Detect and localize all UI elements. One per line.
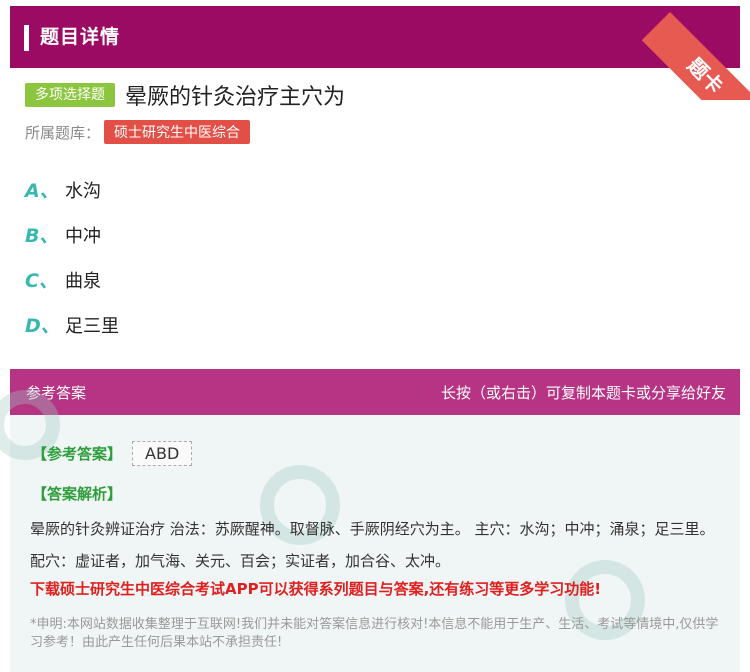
question-type-badge: 多项选择题 bbox=[25, 83, 115, 107]
disclaimer-text: *申明:本网站数据收集整理于互联网!我们并未能对答案信息进行核对!本信息不能用于… bbox=[30, 617, 719, 650]
option-text: 曲泉 bbox=[65, 270, 101, 292]
option-a[interactable]: A、 水沟 bbox=[25, 176, 101, 203]
question-bank: 所属题库： 硕士研究生中医综合 bbox=[25, 120, 251, 144]
analysis-label: 【答案解析】 bbox=[32, 485, 123, 503]
option-c[interactable]: C、 曲泉 bbox=[25, 266, 101, 293]
option-text: 水沟 bbox=[65, 180, 101, 202]
ribbon-label[interactable]: 题卡 bbox=[641, 12, 750, 100]
analysis-text: 晕厥的针灸辨证治疗 治法：苏厥醒神。取督脉、手厥阴经穴为主。 主穴：水沟；中冲；… bbox=[30, 520, 715, 570]
page-header: 题目详情 bbox=[10, 6, 740, 68]
option-letter: A、 bbox=[25, 180, 59, 202]
option-text: 足三里 bbox=[65, 315, 119, 337]
answer-header: 参考答案 长按（或右击）可复制本题卡或分享给好友 bbox=[10, 369, 740, 415]
reference-answer-value[interactable]: ABD bbox=[132, 441, 193, 466]
option-letter: B、 bbox=[25, 225, 59, 247]
option-d[interactable]: D、 足三里 bbox=[25, 311, 119, 338]
question-text: 晕厥的针灸治疗主穴为 bbox=[125, 85, 346, 110]
option-text: 中冲 bbox=[65, 225, 101, 247]
reference-answer-label: 【参考答案】 bbox=[32, 445, 123, 463]
option-b[interactable]: B、 中冲 bbox=[25, 221, 101, 248]
download-app-link[interactable]: 下载硕士研究生中医综合考试APP可以获得系列题目与答案,还有练习等更多学习功能! bbox=[30, 578, 601, 599]
question-line: 多项选择题 晕厥的针灸治疗主穴为 bbox=[25, 80, 345, 110]
bank-name-badge[interactable]: 硕士研究生中医综合 bbox=[104, 120, 251, 144]
option-letter: C、 bbox=[25, 270, 58, 292]
reference-answer: 【参考答案】 ABD bbox=[32, 441, 193, 466]
share-hint[interactable]: 长按（或右击）可复制本题卡或分享给好友 bbox=[441, 382, 726, 403]
card-ribbon[interactable]: 题卡 bbox=[640, 0, 750, 100]
page-title: 题目详情 bbox=[40, 26, 121, 48]
bank-label: 所属题库： bbox=[25, 123, 101, 142]
header-accent-bar bbox=[24, 25, 29, 51]
answer-panel: 【参考答案】 ABD 【答案解析】 晕厥的针灸辨证治疗 治法：苏厥醒神。取督脉、… bbox=[0, 390, 740, 672]
option-letter: D、 bbox=[25, 315, 60, 337]
